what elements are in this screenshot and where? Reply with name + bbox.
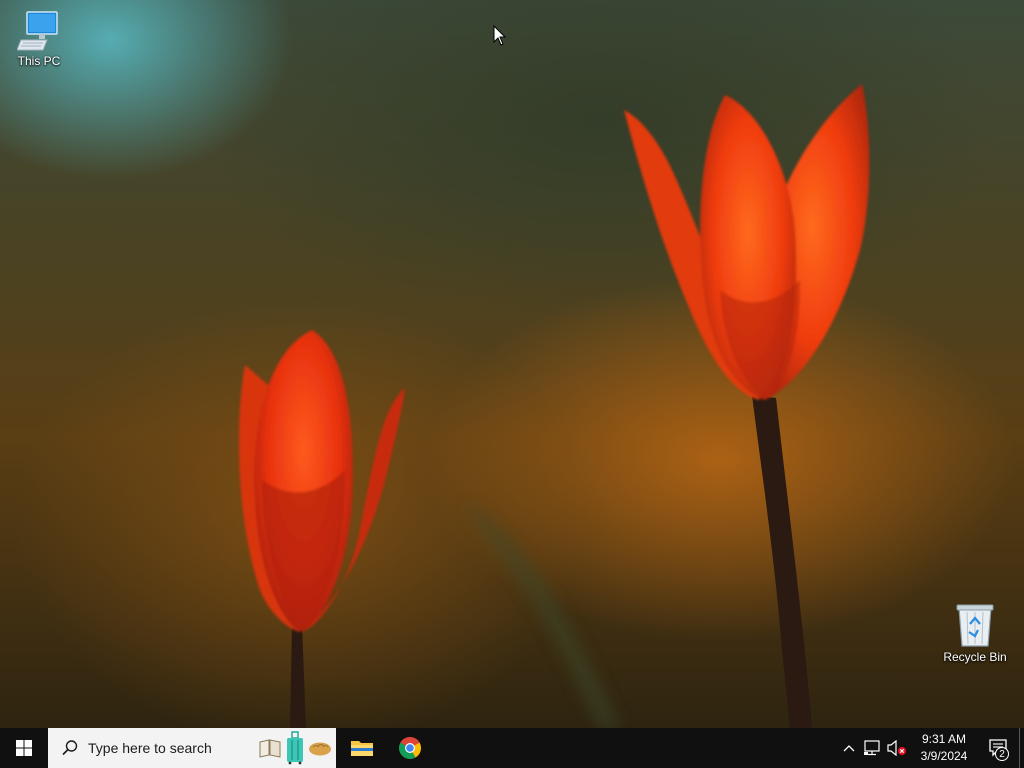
volume-muted-icon (887, 740, 906, 756)
network-button[interactable] (861, 728, 885, 768)
search-highlight[interactable] (256, 731, 334, 765)
clock-date: 3/9/2024 (920, 749, 968, 763)
desktop-icon-recycle-bin[interactable]: Recycle Bin (937, 602, 1013, 664)
search-icon (60, 738, 80, 758)
folder-icon (351, 741, 373, 756)
action-center-button[interactable]: 2 (979, 728, 1019, 768)
chrome-icon (399, 737, 421, 759)
chevron-up-icon (843, 745, 855, 752)
show-hidden-icons-button[interactable] (837, 728, 861, 768)
search-placeholder: Type here to search (88, 740, 212, 756)
clock[interactable]: 9:31 AM 3/9/2024 (909, 728, 979, 768)
show-desktop-button[interactable] (1019, 728, 1024, 768)
recycle-bin-icon (956, 604, 994, 647)
notification-count-badge: 2 (995, 747, 1009, 761)
desktop-icon-label: This PC (17, 54, 61, 68)
clock-time: 9:31 AM (921, 732, 967, 746)
desktop-icon-label: Recycle Bin (943, 650, 1007, 664)
book-icon (259, 739, 281, 758)
taskbar-file-explorer-button[interactable] (338, 728, 386, 768)
start-button[interactable] (0, 728, 48, 768)
search-box[interactable]: Type here to search (48, 728, 336, 768)
desktop-icon-this-pc[interactable]: This PC (1, 10, 77, 68)
system-tray: 9:31 AM 3/9/2024 2 (837, 728, 1024, 768)
taskbar: Type here to search 9:31 AM 3/9/2024 2 (0, 728, 1024, 768)
desktop-background[interactable]: This PC Recycle Bin (0, 0, 1024, 728)
volume-button[interactable] (885, 728, 909, 768)
suitcase-icon (286, 731, 303, 765)
network-icon (864, 740, 880, 756)
computer-icon (17, 11, 58, 51)
taskbar-chrome-button[interactable] (386, 728, 434, 768)
bread-icon (309, 742, 332, 756)
windows-logo-icon (16, 740, 32, 756)
wallpaper-image (239, 84, 870, 728)
mouse-pointer-icon (493, 25, 507, 46)
